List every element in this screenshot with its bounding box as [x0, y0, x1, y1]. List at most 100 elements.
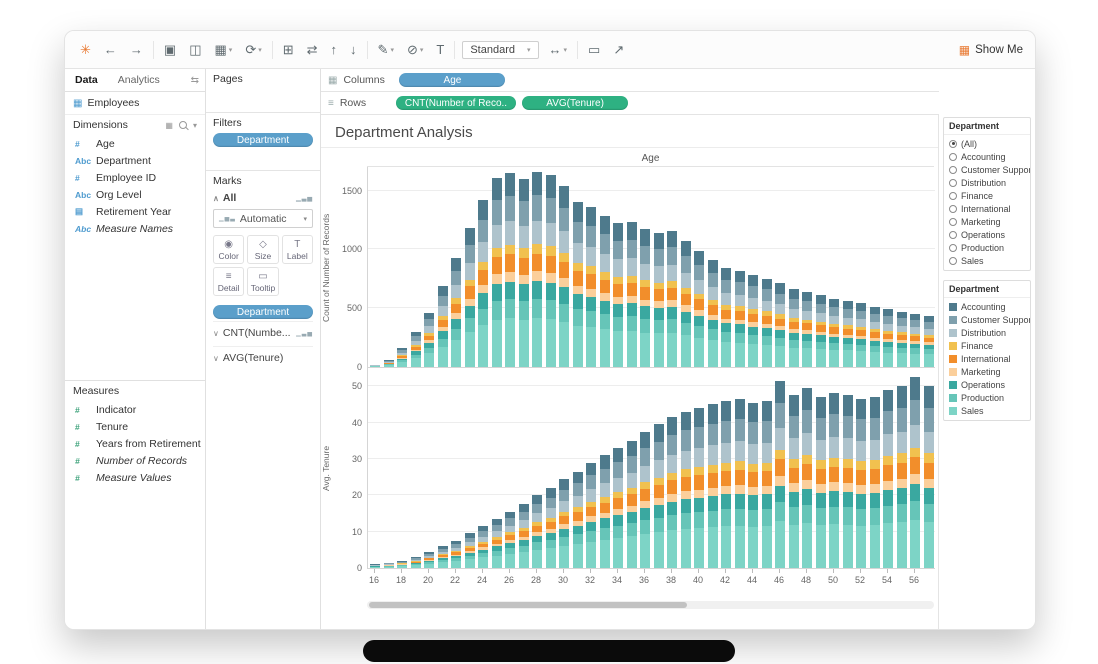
bar-segment[interactable] — [789, 438, 799, 459]
stacked-bar[interactable] — [586, 207, 596, 367]
bar-segment[interactable] — [600, 483, 610, 497]
stacked-bar[interactable] — [856, 399, 866, 568]
redo-icon[interactable]: → — [127, 40, 146, 59]
bar-segment[interactable] — [681, 312, 691, 323]
filters-shelf[interactable]: Filters Department — [206, 113, 320, 171]
bar-segment[interactable] — [519, 179, 529, 202]
bar-segment[interactable] — [829, 507, 839, 524]
bar-segment[interactable] — [829, 343, 839, 350]
bar-segment[interactable] — [627, 240, 637, 259]
legend-item[interactable]: Operations — [944, 378, 1030, 391]
stacked-bar[interactable] — [559, 479, 569, 568]
bar-segment[interactable] — [681, 412, 691, 431]
bar-segment[interactable] — [546, 300, 556, 319]
bar-segment[interactable] — [897, 504, 907, 522]
stacked-bar[interactable] — [708, 260, 718, 367]
bar-segment[interactable] — [613, 223, 623, 240]
bar-segment[interactable] — [816, 397, 826, 418]
bar-segment[interactable] — [546, 273, 556, 283]
bar-segment[interactable] — [775, 346, 785, 367]
bar-segment[interactable] — [721, 509, 731, 526]
bar-segment[interactable] — [438, 296, 448, 307]
bar-segment[interactable] — [775, 521, 785, 568]
bar-segment[interactable] — [762, 401, 772, 421]
bar-segment[interactable] — [762, 316, 772, 324]
bar-segment[interactable] — [856, 470, 866, 485]
bar-segment[interactable] — [910, 484, 920, 501]
legend-item[interactable]: Finance — [944, 339, 1030, 352]
bar-segment[interactable] — [600, 540, 610, 568]
pages-shelf[interactable]: Pages — [206, 69, 320, 113]
bar-segment[interactable] — [694, 427, 704, 448]
bar-segment[interactable] — [546, 498, 556, 508]
bar-segment[interactable] — [505, 554, 515, 568]
bar-segment[interactable] — [519, 520, 529, 528]
bar-segment[interactable] — [897, 463, 907, 479]
bar-segment[interactable] — [613, 277, 623, 284]
bar-segment[interactable] — [897, 522, 907, 567]
bar-segment[interactable] — [667, 435, 677, 455]
bar-segment[interactable] — [735, 509, 745, 526]
bar-segment[interactable] — [694, 498, 704, 512]
bar-segment[interactable] — [532, 244, 542, 254]
bar-segment[interactable] — [708, 287, 718, 300]
bar-segment[interactable] — [775, 283, 785, 293]
bar-segment[interactable] — [735, 485, 745, 493]
bar-segment[interactable] — [559, 516, 569, 524]
bar-segment[interactable] — [775, 381, 785, 403]
bar-segment[interactable] — [667, 417, 677, 435]
bar-segment[interactable] — [681, 430, 691, 450]
bar-segment[interactable] — [829, 458, 839, 467]
bar-segment[interactable] — [384, 365, 394, 367]
bar-segment[interactable] — [451, 285, 461, 298]
bar-segment[interactable] — [735, 295, 745, 307]
bar-segment[interactable] — [721, 310, 731, 319]
bar-segment[interactable] — [627, 536, 637, 568]
stacked-bar[interactable] — [748, 403, 758, 568]
bar-segment[interactable] — [924, 504, 934, 522]
bar-segment[interactable] — [708, 260, 718, 273]
bar-segment[interactable] — [829, 307, 839, 316]
bar-segment[interactable] — [924, 479, 934, 488]
filter-option[interactable]: Production — [944, 241, 1030, 254]
bar-segment[interactable] — [829, 393, 839, 414]
stacked-bar[interactable] — [465, 228, 475, 367]
bar-segment[interactable] — [478, 270, 488, 285]
bar-segment[interactable] — [762, 443, 772, 463]
tab-analytics[interactable]: Analytics — [108, 69, 170, 91]
bar-segment[interactable] — [586, 475, 596, 489]
bar-segment[interactable] — [775, 486, 785, 503]
bar-segment[interactable] — [762, 421, 772, 443]
bar-segment[interactable] — [694, 280, 704, 294]
bar-segment[interactable] — [748, 314, 758, 322]
bar-segment[interactable] — [505, 254, 515, 271]
bar-segment[interactable] — [600, 518, 610, 528]
bar-segment[interactable] — [843, 416, 853, 438]
bar-segment[interactable] — [492, 248, 502, 257]
bar-segment[interactable] — [532, 495, 542, 504]
bar-segment[interactable] — [748, 422, 758, 444]
bar-segment[interactable] — [870, 307, 880, 314]
bar-segment[interactable] — [829, 350, 839, 367]
bar-segment[interactable] — [573, 512, 583, 521]
marks-subcard-cnt[interactable]: ∨ CNT(Numbe... ▁▃▅ — [213, 321, 313, 344]
new-data-source-icon[interactable]: ◫ — [186, 40, 204, 60]
stacked-bar[interactable] — [924, 316, 934, 367]
bar-segment[interactable] — [654, 442, 664, 461]
stacked-bar[interactable] — [505, 173, 515, 367]
bar-segment[interactable] — [721, 323, 731, 332]
bar-segment[interactable] — [559, 253, 569, 262]
bar-segment[interactable] — [816, 313, 826, 322]
bar-segment[interactable] — [816, 295, 826, 304]
bar-segment[interactable] — [748, 403, 758, 423]
bar-segment[interactable] — [789, 468, 799, 484]
stacked-bar[interactable] — [748, 275, 758, 367]
bar-segment[interactable] — [843, 344, 853, 351]
stacked-bar[interactable] — [910, 314, 920, 367]
bar-segment[interactable] — [883, 390, 893, 411]
bar-segment[interactable] — [451, 258, 461, 271]
bar-segment[interactable] — [519, 320, 529, 367]
bar-segment[interactable] — [451, 340, 461, 367]
bar-segment[interactable] — [546, 283, 556, 300]
bar-segment[interactable] — [424, 353, 434, 367]
